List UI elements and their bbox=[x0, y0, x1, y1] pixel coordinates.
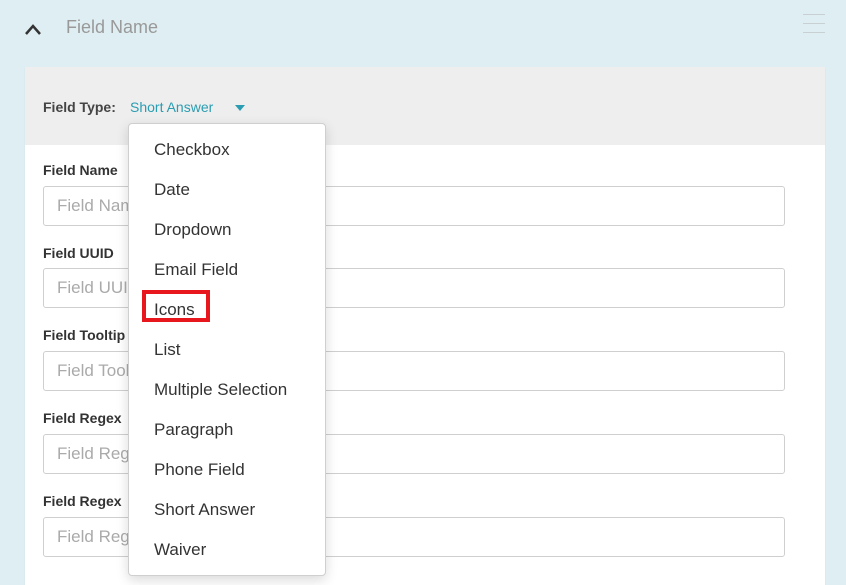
hamburger-icon[interactable] bbox=[803, 14, 825, 36]
field-type-select[interactable]: Short Answer bbox=[130, 99, 213, 115]
menu-item-waiver[interactable]: Waiver bbox=[154, 535, 206, 565]
menu-item-multiple-selection[interactable]: Multiple Selection bbox=[154, 375, 287, 405]
menu-item-date[interactable]: Date bbox=[154, 175, 190, 205]
caret-down-icon[interactable] bbox=[235, 105, 245, 111]
field-type-dropdown-menu: Checkbox Date Dropdown Email Field Icons… bbox=[128, 123, 326, 576]
menu-item-checkbox[interactable]: Checkbox bbox=[154, 135, 230, 165]
menu-item-short-answer[interactable]: Short Answer bbox=[154, 495, 255, 525]
menu-item-email-field[interactable]: Email Field bbox=[154, 255, 238, 285]
field-name-label: Field Name bbox=[43, 162, 118, 178]
field-regex-label-2: Field Regex bbox=[43, 493, 122, 509]
field-uuid-label: Field UUID bbox=[43, 245, 114, 261]
menu-item-paragraph[interactable]: Paragraph bbox=[154, 415, 233, 445]
menu-item-list[interactable]: List bbox=[154, 335, 180, 365]
section-header: Field Name bbox=[0, 0, 846, 60]
section-title: Field Name bbox=[66, 17, 159, 37]
field-regex-label: Field Regex bbox=[43, 410, 122, 426]
menu-item-dropdown[interactable]: Dropdown bbox=[154, 215, 232, 245]
chevron-up-icon[interactable] bbox=[24, 22, 42, 36]
field-type-label: Field Type: bbox=[43, 99, 116, 115]
field-tooltip-label: Field Tooltip bbox=[43, 327, 126, 343]
highlight-box bbox=[142, 290, 210, 322]
menu-item-phone-field[interactable]: Phone Field bbox=[154, 455, 245, 485]
